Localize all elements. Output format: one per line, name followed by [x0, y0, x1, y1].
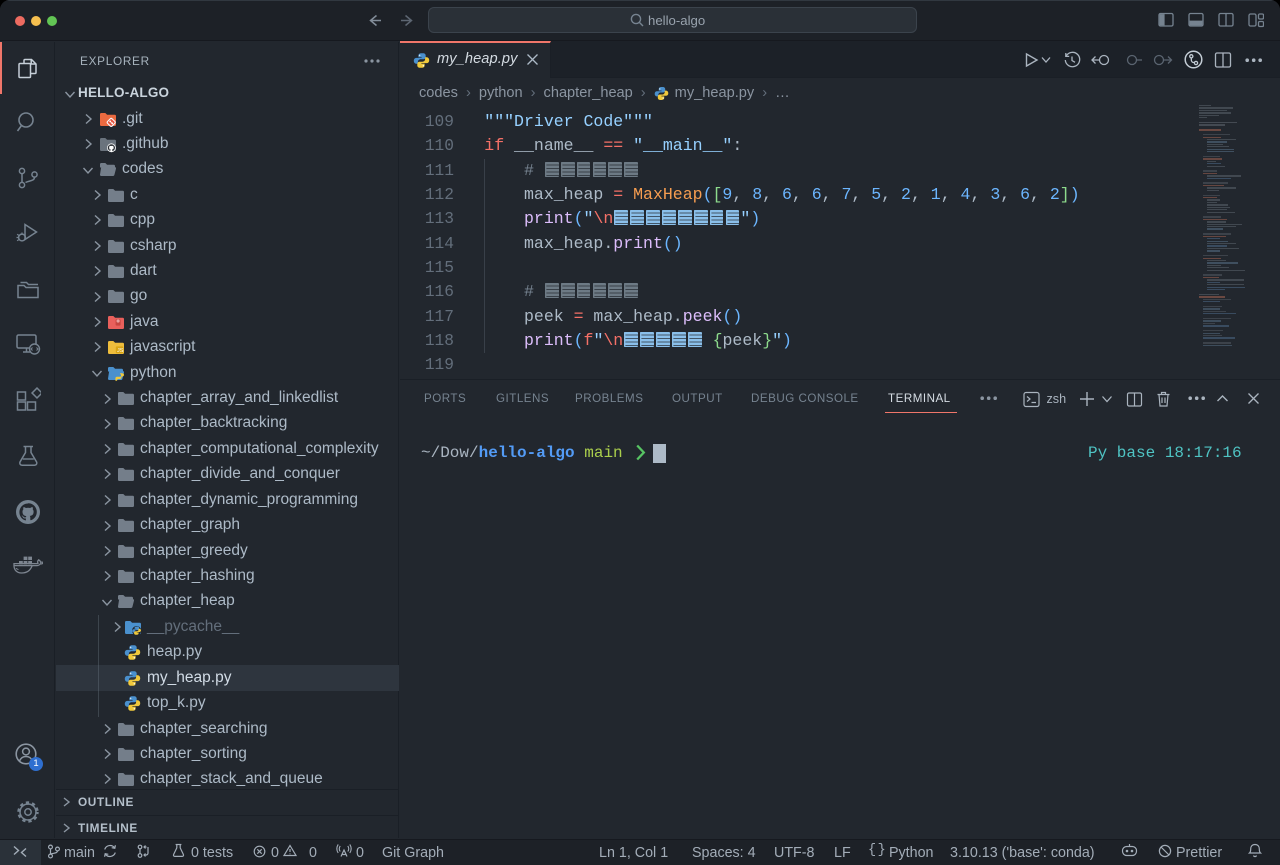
svg-text:JS: JS: [117, 348, 124, 354]
